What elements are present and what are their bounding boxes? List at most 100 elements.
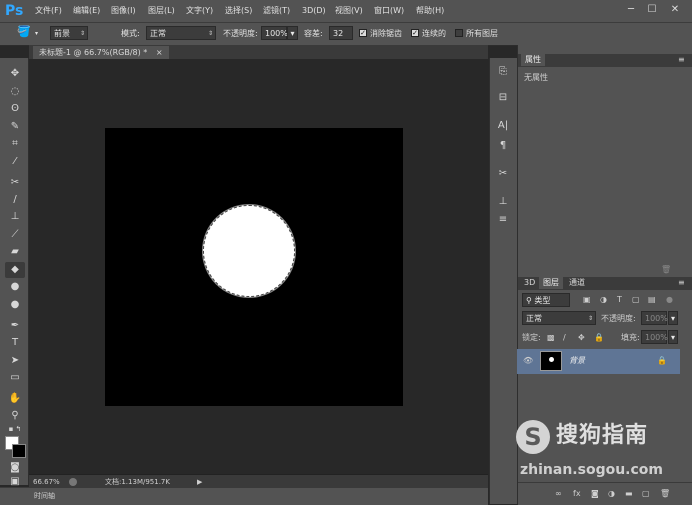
pen-tool-icon[interactable]: ✒ bbox=[5, 318, 25, 334]
filter-pixel-icon[interactable]: ▣ bbox=[583, 294, 591, 306]
healing-brush-tool-icon[interactable]: ✂ bbox=[5, 175, 25, 191]
panel-menu-icon[interactable]: ≡ bbox=[678, 277, 685, 289]
zoom-level[interactable]: 66.67% bbox=[33, 477, 60, 487]
trash-icon[interactable]: 🗑 bbox=[660, 488, 670, 500]
document-tab[interactable]: 未标题-1 @ 66.7%(RGB/8) * × bbox=[33, 46, 169, 59]
screen-mode-icon[interactable]: ▣ bbox=[5, 477, 25, 487]
lock-position-icon[interactable]: ✥ bbox=[578, 332, 585, 344]
filter-smart-object-icon[interactable]: ▤ bbox=[648, 294, 656, 306]
restore-icon[interactable]: ☐ bbox=[645, 3, 659, 17]
history-brush-tool-icon[interactable]: ⟋ bbox=[5, 227, 25, 243]
hand-tool-icon[interactable]: ✋ bbox=[5, 391, 25, 407]
mode-select[interactable]: 正常 ⇕ bbox=[146, 26, 216, 40]
zoom-tool-icon[interactable]: ⚲ bbox=[5, 408, 25, 424]
circle-selection[interactable] bbox=[203, 205, 295, 297]
fill-source-select[interactable]: 前景 ⇕ bbox=[50, 26, 88, 40]
lasso-tool-icon[interactable]: ʘ bbox=[5, 101, 25, 117]
layer-style-icon[interactable]: fx bbox=[573, 488, 581, 500]
layer-lock-icon: 🔒 bbox=[657, 356, 667, 365]
eye-icon[interactable]: 👁 bbox=[523, 355, 533, 367]
menu-3d[interactable]: 3D(D) bbox=[302, 5, 326, 17]
quick-mask-icon[interactable]: ◙ bbox=[5, 460, 25, 476]
type-tool-icon[interactable]: T bbox=[5, 335, 25, 351]
layer-opacity-input[interactable]: 100% bbox=[641, 311, 668, 325]
status-menu-arrow-icon[interactable]: ▶ bbox=[197, 477, 202, 487]
collapsed-panel-dock: ⎘ ⊟ A| ¶ ✂ ⊥ ≡ bbox=[489, 58, 517, 504]
tab-channels[interactable]: 通道 bbox=[565, 277, 589, 289]
tolerance-input[interactable]: 32 bbox=[329, 26, 353, 40]
tool-presets-icon[interactable]: ✂ bbox=[495, 166, 511, 182]
contiguous-checkbox[interactable]: ✓ bbox=[411, 29, 419, 37]
tab-layers[interactable]: 图层 bbox=[539, 277, 563, 289]
timeline-label[interactable]: 时间轴 bbox=[34, 491, 55, 501]
marquee-tool-icon[interactable]: ◌ bbox=[5, 84, 25, 100]
path-selection-tool-icon[interactable]: ➤ bbox=[5, 353, 25, 369]
filter-toggle-icon[interactable]: ● bbox=[666, 294, 673, 306]
adjust-panel-icon[interactable]: ⊟ bbox=[495, 90, 511, 106]
menu-select[interactable]: 选择(S) bbox=[225, 5, 252, 17]
menu-type[interactable]: 文字(Y) bbox=[186, 5, 213, 17]
menu-file[interactable]: 文件(F) bbox=[35, 5, 62, 17]
tab-3d[interactable]: 3D bbox=[520, 277, 539, 289]
all-layers-checkbox[interactable] bbox=[455, 29, 463, 37]
clone-source-icon[interactable]: ⊥ bbox=[495, 194, 511, 210]
clone-stamp-tool-icon[interactable]: ⊥ bbox=[5, 209, 25, 225]
paragraph-panel-icon[interactable]: ¶ bbox=[495, 138, 511, 154]
tab-properties[interactable]: 属性 bbox=[521, 54, 545, 66]
paint-bucket-preset-icon[interactable]: 🪣 bbox=[17, 26, 31, 38]
menu-view[interactable]: 视图(V) bbox=[335, 5, 363, 17]
filter-adjustment-icon[interactable]: ◑ bbox=[600, 294, 607, 306]
link-layers-icon[interactable]: ∞ bbox=[555, 488, 562, 500]
trash-icon[interactable]: 🗑 bbox=[661, 264, 671, 276]
lock-all-icon[interactable]: 🔒 bbox=[594, 332, 604, 344]
contiguous-label: 连续的 bbox=[422, 29, 446, 38]
add-mask-icon[interactable]: ◙ bbox=[591, 488, 599, 500]
panel-menu-icon[interactable]: ≡ bbox=[678, 54, 685, 66]
new-group-icon[interactable]: ▬ bbox=[625, 488, 633, 500]
document-info: 文档:1.13M/951.7K bbox=[105, 478, 170, 486]
quick-selection-tool-icon[interactable]: ✎ bbox=[5, 119, 25, 135]
menu-image[interactable]: 图像(I) bbox=[111, 5, 136, 17]
eraser-tool-icon[interactable]: ▰ bbox=[5, 244, 25, 260]
status-info-icon[interactable] bbox=[69, 478, 77, 486]
paint-bucket-tool-icon[interactable]: ◆ bbox=[5, 262, 25, 278]
move-tool-icon[interactable]: ✥ bbox=[5, 66, 25, 82]
menu-window[interactable]: 窗口(W) bbox=[374, 5, 404, 17]
menu-edit[interactable]: 编辑(E) bbox=[73, 5, 100, 17]
brush-presets-icon[interactable]: ≡ bbox=[495, 212, 511, 228]
opacity-dropdown[interactable]: ▾ bbox=[287, 26, 298, 40]
menu-help[interactable]: 帮助(H) bbox=[416, 5, 444, 17]
chevron-down-icon: ⇕ bbox=[79, 30, 85, 37]
close-icon[interactable]: ✕ bbox=[668, 3, 682, 17]
layer-filter-select[interactable]: ⚲ 类型 bbox=[522, 293, 570, 307]
minimize-icon[interactable]: ─ bbox=[624, 3, 638, 17]
fill-dropdown[interactable]: ▾ bbox=[668, 330, 678, 344]
filter-shape-icon[interactable]: ▢ bbox=[632, 294, 640, 306]
menu-layer[interactable]: 图层(L) bbox=[148, 5, 175, 17]
history-panel-icon[interactable]: ⎘ bbox=[495, 64, 511, 80]
filter-type-icon[interactable]: T bbox=[617, 294, 622, 306]
document-close-icon[interactable]: × bbox=[156, 48, 163, 57]
menu-filter[interactable]: 滤镜(T) bbox=[263, 5, 290, 17]
opacity-input[interactable]: 100% bbox=[261, 26, 288, 40]
background-color-swatch[interactable] bbox=[12, 444, 26, 458]
timeline-bar: 时间轴 bbox=[0, 487, 488, 505]
crop-tool-icon[interactable]: ⌗ bbox=[5, 136, 25, 152]
blend-mode-select[interactable]: 正常 ⇕ bbox=[522, 311, 596, 325]
layer-opacity-dropdown[interactable]: ▾ bbox=[668, 311, 678, 325]
character-panel-icon[interactable]: A| bbox=[495, 118, 511, 134]
antialias-checkbox[interactable]: ✓ bbox=[359, 29, 367, 37]
dodge-tool-icon[interactable]: ● bbox=[5, 297, 25, 313]
lock-pixels-icon[interactable]: / bbox=[563, 332, 566, 344]
shape-tool-icon[interactable]: ▭ bbox=[5, 370, 25, 386]
adjustment-layer-icon[interactable]: ◑ bbox=[608, 488, 615, 500]
brush-tool-icon[interactable]: / bbox=[5, 192, 25, 208]
new-layer-icon[interactable]: ▢ bbox=[642, 488, 650, 500]
chevron-down-icon: ▾ bbox=[670, 333, 675, 342]
default-colors-icon[interactable]: ▪ ↰ bbox=[5, 424, 25, 434]
preset-dropdown-arrow-icon[interactable]: ▾ bbox=[35, 28, 38, 40]
fill-input[interactable]: 100% bbox=[641, 330, 668, 344]
eyedropper-tool-icon[interactable]: ⁄ bbox=[5, 154, 25, 170]
blur-tool-icon[interactable]: ● bbox=[5, 279, 25, 295]
lock-transparent-icon[interactable]: ▩ bbox=[547, 332, 555, 344]
